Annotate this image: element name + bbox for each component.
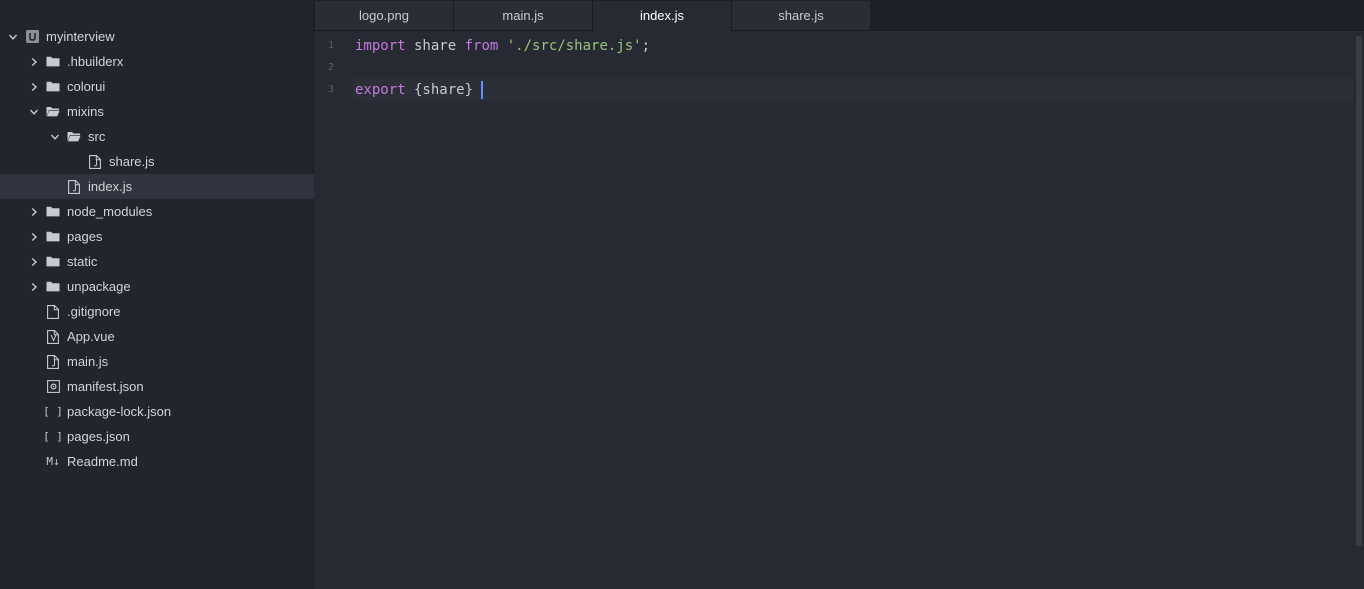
- tree-item-index-js[interactable]: index.js: [0, 174, 314, 199]
- tree-item-label: index.js: [88, 179, 133, 194]
- tree-item-unpackage[interactable]: unpackage: [0, 274, 314, 299]
- tab-index-js[interactable]: index.js: [593, 1, 732, 31]
- tree-item-label: App.vue: [67, 329, 115, 344]
- code-token: {share}: [405, 82, 474, 98]
- vue-file-icon: [46, 324, 60, 349]
- hbuilderx-window: myinterview .hbuilderx colorui mixins src sha…: [0, 0, 1364, 589]
- js-file-icon: [46, 349, 60, 374]
- js-file-icon: [67, 174, 81, 199]
- chevron-right-icon[interactable]: [28, 199, 40, 224]
- tree-item-pages[interactable]: pages: [0, 224, 314, 249]
- line-number: 1: [327, 40, 334, 51]
- chevron-right-icon[interactable]: [28, 274, 40, 299]
- tab-bar: logo.png main.js index.js share.js: [314, 0, 1364, 31]
- file-tree: myinterview .hbuilderx colorui mixins src sha…: [0, 24, 314, 474]
- keyword-token: import: [355, 38, 406, 54]
- tree-item-node-modules[interactable]: node_modules: [0, 199, 314, 224]
- code-line[interactable]: export {share}: [353, 79, 1354, 101]
- tree-item-label: mixins: [67, 104, 104, 119]
- tree-item-label: .gitignore: [67, 304, 121, 319]
- tree-item-label: manifest.json: [67, 379, 144, 394]
- tree-item-pages-json[interactable]: [ ] pages.json: [0, 424, 314, 449]
- tree-item-gitignore[interactable]: .gitignore: [0, 299, 314, 324]
- tree-item-main-js[interactable]: main.js: [0, 349, 314, 374]
- file-icon: [46, 299, 60, 324]
- tab-logo-png[interactable]: logo.png: [315, 1, 454, 30]
- string-token: './src/share.js': [506, 38, 642, 54]
- tree-item-share-js[interactable]: share.js: [0, 149, 314, 174]
- folder-icon: [46, 74, 60, 99]
- tree-item-label: unpackage: [67, 279, 131, 294]
- markdown-file-icon: M↓: [46, 455, 60, 468]
- folder-icon: [46, 274, 60, 299]
- tree-item-label: colorui: [67, 79, 106, 94]
- tree-item-static[interactable]: static: [0, 249, 314, 274]
- keyword-token: from: [464, 38, 499, 54]
- tree-item-label: pages: [67, 229, 103, 244]
- code-line[interactable]: [355, 57, 1354, 79]
- tab-main-js[interactable]: main.js: [454, 1, 593, 30]
- tree-item-label: myinterview: [46, 29, 115, 44]
- tree-item-label: Readme.md: [67, 454, 138, 469]
- chevron-right-icon[interactable]: [28, 49, 40, 74]
- chevron-right-icon[interactable]: [28, 74, 40, 99]
- chevron-down-icon[interactable]: [28, 99, 40, 124]
- vertical-scrollbar[interactable]: [1356, 36, 1362, 546]
- tree-item-manifest-json[interactable]: manifest.json: [0, 374, 314, 399]
- text-caret: [481, 81, 484, 99]
- tree-item-app-vue[interactable]: App.vue: [0, 324, 314, 349]
- js-file-icon: [88, 149, 102, 174]
- chevron-down-icon[interactable]: [7, 24, 19, 49]
- tree-item-label: node_modules: [67, 204, 153, 219]
- line-number-gutter: 1 2 3: [314, 35, 344, 101]
- tree-item-src[interactable]: src: [0, 124, 314, 149]
- folder-icon: [46, 224, 60, 249]
- tree-item-colorui[interactable]: colorui: [0, 74, 314, 99]
- tree-item-label: share.js: [109, 154, 155, 169]
- code-line[interactable]: import share from './src/share.js';: [355, 35, 1354, 57]
- tab-share-js[interactable]: share.js: [732, 1, 871, 30]
- editor-area: logo.png main.js index.js share.js 1 2 3 impo…: [314, 0, 1364, 589]
- tree-item-package-lock-json[interactable]: [ ] package-lock.json: [0, 399, 314, 424]
- line-number: 2: [327, 62, 334, 73]
- folder-icon: [46, 199, 60, 224]
- tree-item-myinterview[interactable]: myinterview: [0, 24, 314, 49]
- keyword-token: export: [355, 82, 406, 98]
- code-editor[interactable]: import share from './src/share.js'; expor…: [353, 35, 1354, 101]
- json-file-icon: [ ]: [43, 430, 63, 443]
- project-icon: [25, 24, 39, 49]
- tree-item-label: src: [88, 129, 106, 144]
- chevron-right-icon[interactable]: [28, 224, 40, 249]
- tree-item-readme-md[interactable]: M↓ Readme.md: [0, 449, 314, 474]
- tree-item-hbuilderx[interactable]: .hbuilderx: [0, 49, 314, 74]
- json-file-icon: [ ]: [43, 405, 63, 418]
- manifest-file-icon: [46, 374, 60, 399]
- tree-item-label: .hbuilderx: [67, 54, 124, 69]
- tree-item-label: package-lock.json: [67, 404, 172, 419]
- folder-open-icon: [67, 124, 81, 149]
- project-explorer: myinterview .hbuilderx colorui mixins src sha…: [0, 0, 314, 589]
- chevron-down-icon[interactable]: [49, 124, 61, 149]
- tree-item-label: static: [67, 254, 98, 269]
- chevron-right-icon[interactable]: [28, 249, 40, 274]
- tree-item-label: pages.json: [67, 429, 130, 444]
- code-token: ;: [641, 38, 651, 54]
- folder-icon: [46, 49, 60, 74]
- tree-item-label: main.js: [67, 354, 109, 369]
- folder-open-icon: [46, 99, 60, 124]
- line-number: 3: [327, 84, 334, 95]
- folder-icon: [46, 249, 60, 274]
- tree-item-mixins[interactable]: mixins: [0, 99, 314, 124]
- code-token: share: [405, 38, 465, 54]
